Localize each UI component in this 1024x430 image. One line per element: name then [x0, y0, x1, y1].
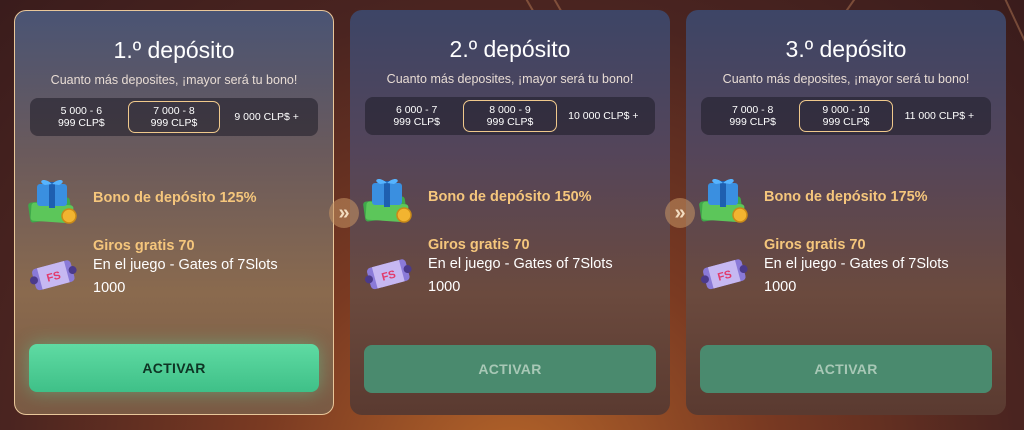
gift-cash-icon — [360, 175, 418, 227]
free-spins-amount: 1000 — [764, 279, 797, 295]
free-spins-row: FS Giros gratis 70 En el juego - Gates o… — [696, 237, 996, 303]
tier-range: 5 000 - 6 — [60, 105, 103, 117]
tier-currency: 999 CLP$ — [393, 116, 441, 128]
tier-selector: 7 000 - 8 999 CLP$ 9 000 - 10 999 CLP$ 11 … — [701, 97, 991, 135]
card-subtitle: Cuanto más deposites, ¡mayor será tu bon… — [722, 72, 970, 86]
tier-currency: 999 CLP$ — [822, 116, 870, 128]
tier-range: 8 000 - 9 — [489, 104, 531, 116]
card-title: 2.º depósito — [449, 36, 571, 62]
free-spins-row: FS Giros gratis 70 En el juego - Gates o… — [360, 237, 660, 303]
tier-currency: 999 CLP$ — [729, 116, 777, 128]
free-spins-game: En el juego - Gates of 7Slots — [764, 256, 949, 272]
tier-currency: 999 CLP$ — [57, 117, 105, 129]
tier-option-2[interactable]: 9 000 - 10 999 CLP$ — [799, 100, 893, 132]
tier-selector: 5 000 - 6 999 CLP$ 7 000 - 8 999 CLP$ 9 00… — [30, 98, 318, 136]
tier-range: 7 000 - 8 — [153, 105, 195, 117]
tier-option-2[interactable]: 7 000 - 8 999 CLP$ — [127, 101, 221, 133]
tier-selector: 6 000 - 7 999 CLP$ 8 000 - 9 999 CLP$ 10 0… — [365, 97, 655, 135]
card-subtitle: Cuanto más deposites, ¡mayor será tu bon… — [386, 72, 634, 86]
free-spins-title: Giros gratis 70 — [93, 238, 195, 254]
tier-option-1[interactable]: 5 000 - 6 999 CLP$ — [35, 101, 128, 133]
tier-range: 6 000 - 7 — [395, 104, 438, 116]
bonus-percent-label: Bono de depósito 175% — [764, 189, 928, 205]
tier-range: 9 000 - 10 — [822, 104, 870, 116]
fs-ticket-icon: FS — [696, 251, 754, 303]
fs-ticket-icon: FS — [360, 251, 418, 303]
bonus-percent-label: Bono de depósito 150% — [428, 189, 592, 205]
card-title: 1.º depósito — [113, 37, 235, 63]
free-spins-title: Giros gratis 70 — [764, 237, 866, 253]
tier-option-3[interactable]: 11 000 CLP$ + — [893, 100, 986, 132]
gift-cash-icon — [696, 175, 754, 227]
tier-currency: 999 CLP$ — [486, 116, 534, 128]
bonus-percent-label: Bono de depósito 125% — [93, 190, 257, 206]
double-chevron-right-icon: » — [329, 198, 359, 228]
activate-button[interactable]: ACTIVAR — [29, 344, 319, 392]
free-spins-amount: 1000 — [428, 279, 461, 295]
bonus-row: Bono de depósito 150% — [360, 175, 660, 227]
tier-currency: 999 CLP$ — [150, 117, 198, 129]
tier-range: 10 000 CLP$ + — [568, 110, 639, 122]
tier-range: 9 000 CLP$ + — [234, 111, 299, 123]
activate-button[interactable]: ACTIVAR — [364, 345, 656, 393]
tier-option-1[interactable]: 7 000 - 8 999 CLP$ — [706, 100, 799, 132]
tier-option-1[interactable]: 6 000 - 7 999 CLP$ — [370, 100, 463, 132]
tier-option-3[interactable]: 9 000 CLP$ + — [220, 101, 313, 133]
bonus-row: Bono de depósito 175% — [696, 175, 996, 227]
deposit-card-1: 1.º depósito Cuanto más deposites, ¡mayo… — [14, 10, 334, 415]
card-title: 3.º depósito — [785, 36, 907, 62]
free-spins-title: Giros gratis 70 — [428, 237, 530, 253]
free-spins-amount: 1000 — [93, 280, 126, 296]
tier-range: 11 000 CLP$ + — [904, 110, 975, 122]
free-spins-game: En el juego - Gates of 7Slots — [93, 257, 278, 273]
gift-cash-icon — [25, 176, 83, 228]
activate-button[interactable]: ACTIVAR — [700, 345, 992, 393]
double-chevron-right-icon: » — [665, 198, 695, 228]
tier-option-3[interactable]: 10 000 CLP$ + — [557, 100, 650, 132]
deposit-card-2: 2.º depósito Cuanto más deposites, ¡mayo… — [350, 10, 670, 415]
deposit-card-3: 3.º depósito Cuanto más deposites, ¡mayo… — [686, 10, 1006, 415]
tier-range: 7 000 - 8 — [731, 104, 774, 116]
bonus-row: Bono de depósito 125% — [25, 176, 323, 228]
card-subtitle: Cuanto más deposites, ¡mayor será tu bon… — [50, 73, 298, 87]
fs-ticket-icon: FS — [25, 252, 83, 304]
tier-option-2[interactable]: 8 000 - 9 999 CLP$ — [463, 100, 557, 132]
free-spins-row: FS Giros gratis 70 En el juego - Gates o… — [25, 238, 323, 304]
free-spins-game: En el juego - Gates of 7Slots — [428, 256, 613, 272]
